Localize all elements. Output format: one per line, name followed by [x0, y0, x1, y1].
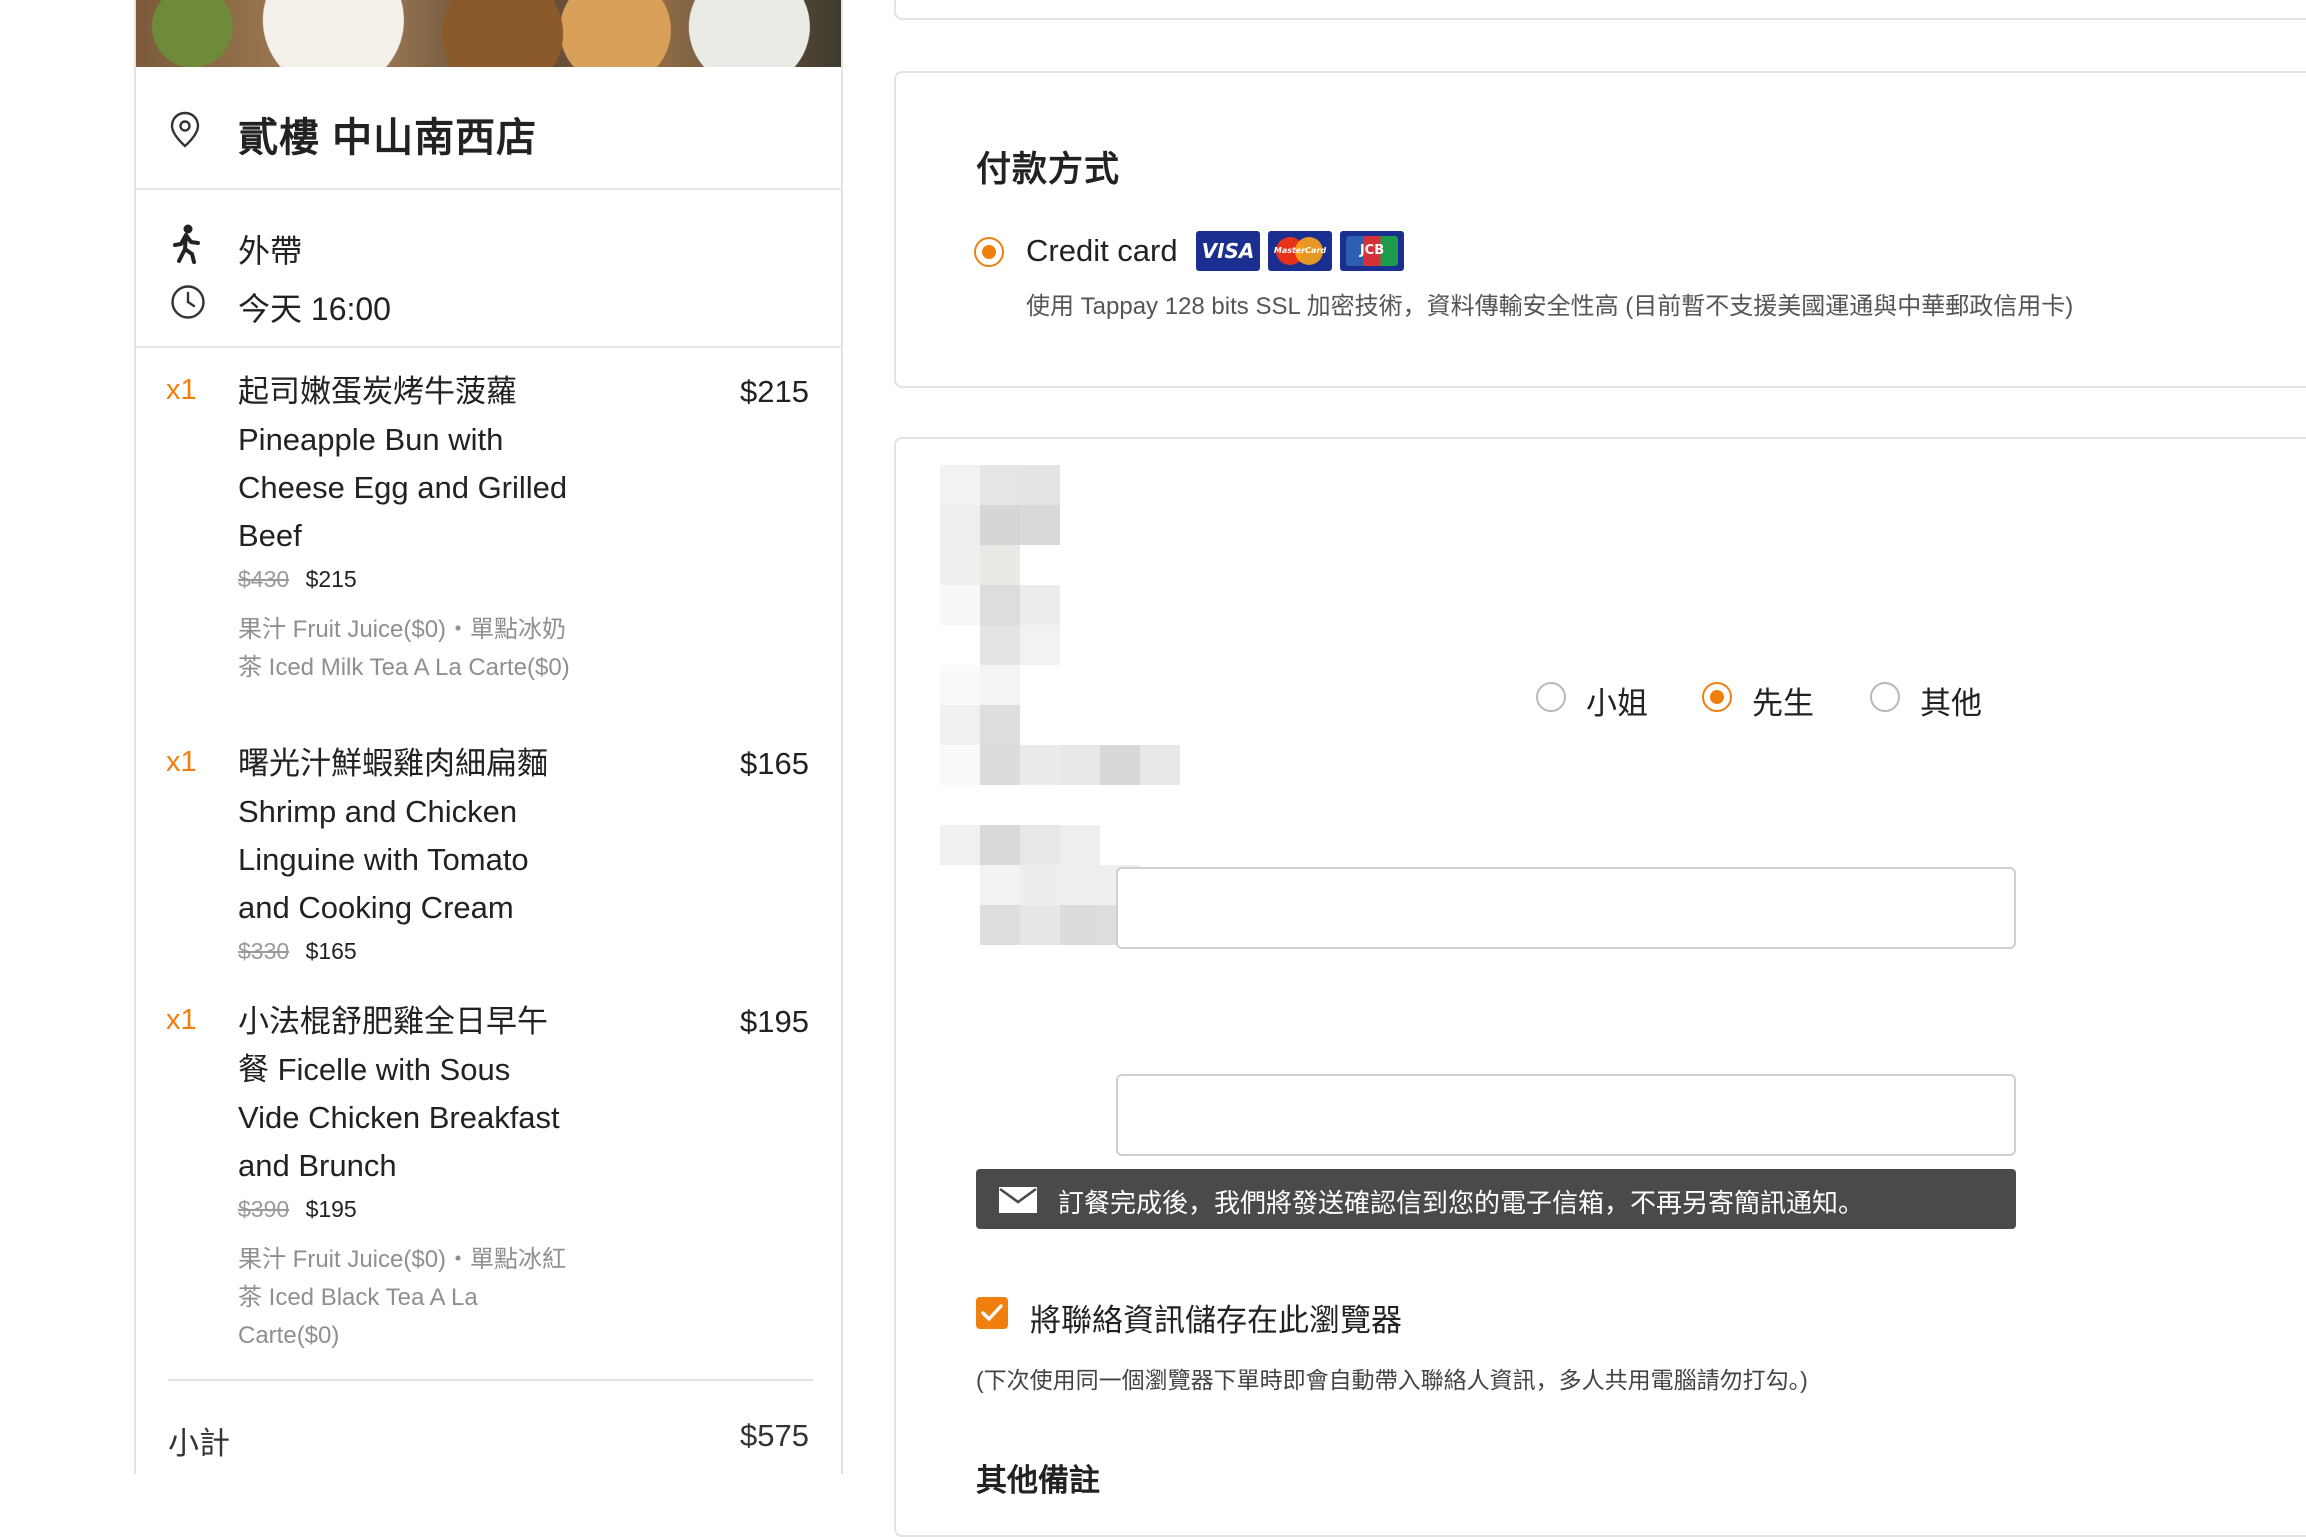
- gender-label-mister[interactable]: 先生: [1752, 678, 1814, 723]
- item-quantity: x1: [166, 1004, 197, 1036]
- gender-label-miss[interactable]: 小姐: [1586, 678, 1648, 723]
- item-name: 曙光汁鮮蝦雞肉細扁麵 Shrimp and Chicken Linguine w…: [238, 746, 548, 925]
- item-discounted-price: $215: [305, 566, 357, 592]
- subtotal-value: $575: [740, 1418, 809, 1453]
- clock-icon: [171, 285, 205, 319]
- order-summary: 貳樓 中山南西店 外帶 今天 16:00 x1 起司嫩蛋炭烤牛菠蘿 Pineap…: [134, 0, 843, 1474]
- item-original-price: $430: [238, 566, 290, 592]
- mail-icon: [999, 1187, 1037, 1213]
- store-banner-image: [136, 0, 841, 67]
- jcb-logo: JCB: [1340, 231, 1404, 271]
- payment-description: 使用 Tappay 128 bits SSL 加密技術，資料傳輸安全性高 (目前…: [1026, 293, 2074, 320]
- payment-section: 付款方式 Credit card VISA MasterCard JCB 使用 …: [894, 71, 2306, 388]
- gender-radio-miss[interactable]: [1536, 682, 1566, 712]
- visa-logo: VISA: [1196, 231, 1260, 271]
- item-price: $215: [740, 374, 809, 409]
- item-options: 果汁 Fruit Juice($0)・單點冰紅茶 Iced Black Tea …: [238, 1246, 567, 1349]
- order-item: x1 起司嫩蛋炭烤牛菠蘿 Pineapple Bun with Cheese E…: [136, 348, 841, 728]
- payment-title: 付款方式: [976, 150, 1121, 189]
- pickup-time: 今天 16:00: [238, 291, 391, 327]
- save-contact-checkbox[interactable]: [976, 1297, 1008, 1329]
- store-row: 貳樓 中山南西店: [136, 67, 841, 190]
- item-name: 小法棍舒肥雞全日早午餐 Ficelle with Sous Vide Chick…: [238, 1004, 560, 1183]
- other-notes-title: 其他備註: [976, 1463, 1100, 1498]
- item-discounted-price: $165: [305, 938, 357, 964]
- contact-email-input[interactable]: [1116, 1074, 2016, 1156]
- save-contact-label[interactable]: 將聯絡資訊儲存在此瀏覽器: [1030, 1295, 1402, 1340]
- previous-section-card: [894, 0, 2306, 20]
- gender-label-other[interactable]: 其他: [1920, 678, 1982, 723]
- item-discounted-price: $195: [305, 1196, 357, 1222]
- walking-person-icon: [173, 224, 200, 264]
- subtotal-label: 小計: [168, 1426, 230, 1461]
- gender-radio-mister[interactable]: [1702, 682, 1732, 712]
- item-original-price: $390: [238, 1196, 290, 1222]
- item-price: $165: [740, 746, 809, 781]
- gender-radio-other[interactable]: [1870, 682, 1900, 712]
- contact-phone-input[interactable]: [1116, 867, 2016, 949]
- location-pin-icon: [170, 111, 200, 148]
- item-price-detail: $390 $195: [238, 1196, 357, 1223]
- mastercard-logo: MasterCard: [1268, 231, 1332, 271]
- item-original-price: $330: [238, 938, 290, 964]
- item-options: 果汁 Fruit Juice($0)・單點冰奶茶 Iced Milk Tea A…: [238, 616, 570, 681]
- email-notice: 訂餐完成後，我們將發送確認信到您的電子信箱，不再另寄簡訊通知。: [976, 1169, 2016, 1229]
- item-quantity: x1: [166, 374, 197, 406]
- save-contact-hint: (下次使用同一個瀏覽器下單時即會自動帶入聯絡人資訊，多人共用電腦請勿打勾。): [976, 1367, 1808, 1393]
- item-price-detail: $430 $215: [238, 566, 357, 593]
- email-notice-text: 訂餐完成後，我們將發送確認信到您的電子信箱，不再另寄簡訊通知。: [1058, 1188, 1865, 1218]
- order-item: x1 小法棍舒肥雞全日早午餐 Ficelle with Sous Vide Ch…: [136, 978, 841, 1358]
- store-name: 貳樓 中山南西店: [238, 116, 538, 160]
- contact-section: 小姐 先生 其他 訂餐完成後，我們將發送確認信到您的電子信箱，不再另寄簡訊通知。…: [894, 437, 2306, 1537]
- credit-card-radio[interactable]: [974, 237, 1004, 267]
- order-item: x1 曙光汁鮮蝦雞肉細扁麵 Shrimp and Chicken Linguin…: [136, 720, 841, 970]
- item-price-detail: $330 $165: [238, 938, 357, 965]
- item-price: $195: [740, 1004, 809, 1039]
- pickup-info: 外帶 今天 16:00: [136, 190, 841, 348]
- credit-card-label[interactable]: Credit card: [1026, 233, 1178, 269]
- summary-divider: [168, 1379, 813, 1381]
- item-quantity: x1: [166, 746, 197, 778]
- pickup-method: 外帶: [238, 233, 303, 269]
- item-name: 起司嫩蛋炭烤牛菠蘿 Pineapple Bun with Cheese Egg …: [238, 374, 568, 553]
